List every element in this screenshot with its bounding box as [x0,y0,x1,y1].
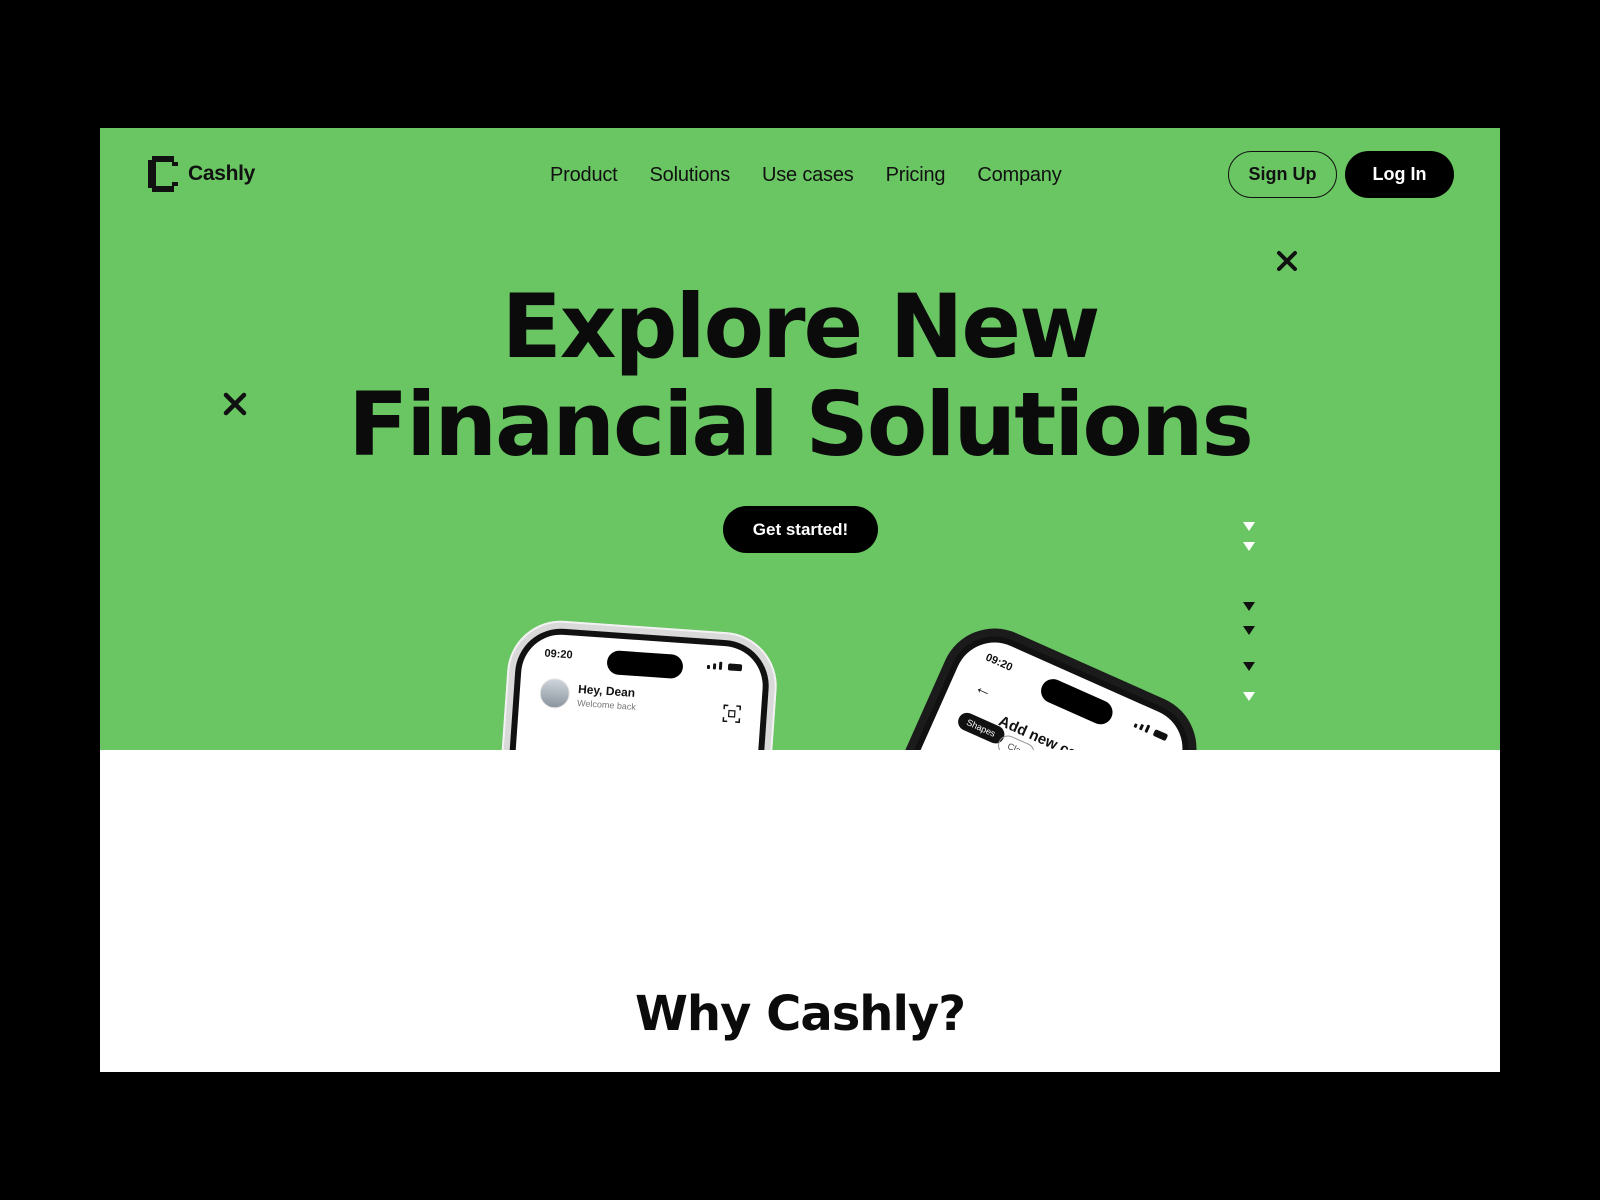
dynamic-island [1037,675,1117,729]
status-time: 09:20 [544,647,574,662]
hero-headline: Explore New Financial Solutions [100,278,1500,474]
dynamic-island [606,649,684,680]
phone-mockup-left: 09:20 Hey, Dean Welcome back [481,617,781,750]
brand-logo[interactable]: Cashly [146,154,255,194]
nav-item-pricing[interactable]: Pricing [886,164,946,187]
landing-page: Cashly Product Solutions Use cases Prici… [100,128,1500,1072]
avatar [538,677,571,710]
nav-item-company[interactable]: Company [977,164,1061,187]
greeting-text: Hey, Dean [577,681,636,700]
phone-screen: 09:20 Hey, Dean Welcome back [496,632,766,750]
decorative-triangle-icon [1243,542,1255,551]
main-nav: Product Solutions Use cases Pricing Comp… [550,164,1062,187]
decorative-triangle-icon [1243,626,1255,635]
status-icons [1133,720,1169,742]
nav-item-solutions[interactable]: Solutions [650,164,731,187]
decorative-cross-icon [1277,251,1297,271]
cashly-logo-icon [148,156,178,192]
get-started-button[interactable]: Get started! [723,506,878,553]
status-time: 09:20 [983,651,1015,674]
decorative-triangle-icon [1243,662,1255,671]
decorative-triangle-icon [1243,522,1255,531]
hero-section: Cashly Product Solutions Use cases Prici… [100,128,1500,750]
hero-headline-line1: Explore New [501,275,1101,378]
phone-mockup-right: 09:20 ← Add new card Shapes Clas [796,611,1214,750]
log-in-button[interactable]: Log In [1345,151,1454,198]
decorative-triangle-icon [1243,602,1255,611]
decorative-triangle-icon [1243,692,1255,701]
scan-icon [722,704,742,724]
back-arrow-icon[interactable]: ← [971,676,997,703]
sign-up-button[interactable]: Sign Up [1228,151,1337,198]
brand-name: Cashly [188,162,256,185]
nav-item-use-cases[interactable]: Use cases [762,164,854,187]
phone-screen: 09:20 ← Add new card Shapes Clas [814,629,1196,750]
hero-headline-line2: Financial Solutions [348,373,1254,476]
status-icons [706,661,743,672]
greeting-subtitle: Welcome back [576,697,637,713]
nav-item-product[interactable]: Product [550,164,618,187]
why-section-title: Why Cashly? [634,986,966,1042]
